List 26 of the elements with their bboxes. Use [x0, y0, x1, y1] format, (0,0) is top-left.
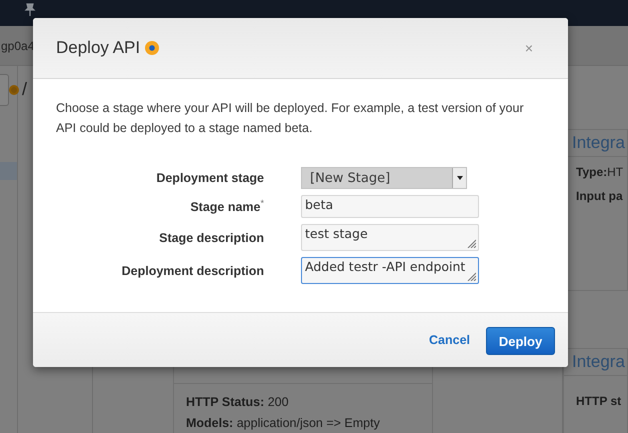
response-detail: HTTP Status: 200	[186, 395, 289, 410]
cancel-link[interactable]: Cancel	[429, 333, 470, 347]
dialog-title: Deploy API	[56, 38, 140, 58]
text-area[interactable]: Added testr -API endpoint	[301, 257, 479, 284]
pin-icon[interactable]	[24, 3, 36, 17]
close-button[interactable]: ×	[524, 40, 533, 56]
field-label: Deployment description	[120, 264, 264, 278]
resource-path: /	[22, 79, 28, 100]
response-detail: Models: application/json => Empty	[186, 416, 380, 431]
method-icon	[9, 84, 19, 94]
response-detail: HTTP st	[576, 394, 622, 409]
api-name: gp0a4	[1, 38, 34, 52]
request-detail: Input pa	[576, 189, 623, 204]
resize-grip-icon[interactable]	[467, 272, 476, 281]
deploy-button[interactable]: Deploy	[486, 327, 555, 355]
resize-grip-icon[interactable]	[467, 239, 476, 248]
dialog-description: Choose a stage where your API will be deployed. For example, a test version of your API could be deployed to a stage named beta.	[56, 100, 525, 137]
request-detail: Type:HT	[576, 165, 624, 180]
field-label: Stage description	[158, 230, 264, 244]
input-field[interactable]: beta	[301, 195, 479, 218]
status-icon	[145, 41, 160, 55]
field-label: Stage name$^{*}$	[189, 198, 264, 215]
field-label: Deployment stage	[155, 171, 264, 185]
caret-icon	[452, 168, 466, 188]
text-area[interactable]: test stage	[301, 224, 479, 251]
stage-dropdown[interactable]: [New Stage]	[301, 167, 467, 189]
